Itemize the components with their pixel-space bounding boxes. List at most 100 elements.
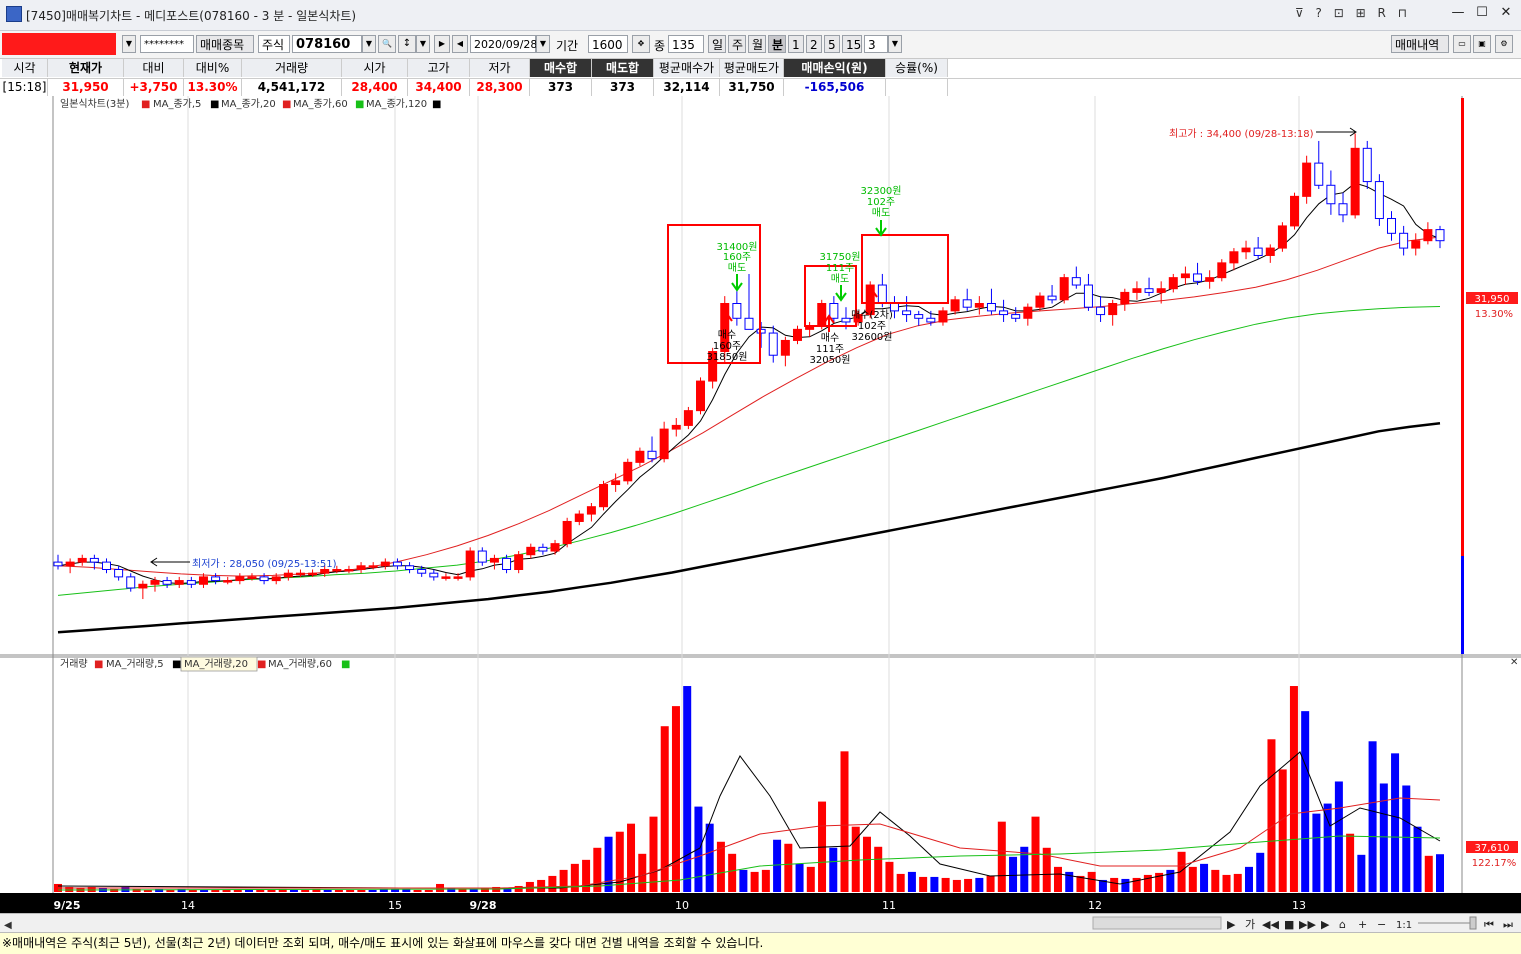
volume-bar[interactable] <box>829 847 838 892</box>
volume-bar[interactable] <box>1278 769 1287 892</box>
volume-bar[interactable] <box>1424 855 1433 892</box>
volume-bar[interactable] <box>256 889 265 892</box>
trade-items-button[interactable]: 매매종목 <box>196 35 254 53</box>
period-input[interactable]: 1600 <box>588 35 628 53</box>
volume-bar[interactable] <box>537 879 546 892</box>
sort-dropdown-arrow[interactable]: ▼ <box>416 35 430 53</box>
candle[interactable] <box>514 551 524 574</box>
volume-bar[interactable] <box>166 889 175 892</box>
volume-bar[interactable] <box>1188 866 1197 892</box>
date-dropdown-arrow[interactable]: ▼ <box>536 35 550 53</box>
volume-bar[interactable] <box>346 889 355 892</box>
volume-bar[interactable] <box>1211 869 1220 892</box>
candle[interactable] <box>1302 155 1312 204</box>
volume-bar[interactable] <box>840 751 849 892</box>
volume-bar[interactable] <box>1413 826 1422 892</box>
volume-bar[interactable] <box>930 876 939 892</box>
candle[interactable] <box>1362 140 1372 189</box>
interval-btn-15[interactable]: 15 <box>842 35 862 53</box>
volume-bar[interactable] <box>975 877 984 892</box>
volume-bar[interactable] <box>1222 874 1231 892</box>
stock-code-input[interactable]: 078160 <box>292 35 362 53</box>
volume-bar[interactable] <box>784 843 793 892</box>
volume-bar[interactable] <box>907 871 916 892</box>
interval-dropdown-arrow[interactable]: ▼ <box>888 35 902 53</box>
date-input[interactable]: 2020/09/28 <box>470 35 537 53</box>
volume-bar[interactable] <box>233 889 242 892</box>
stock-code-dropdown-arrow[interactable]: ▼ <box>362 35 376 53</box>
period-btn-week[interactable]: 주 <box>728 35 746 53</box>
volume-bar[interactable] <box>986 875 995 892</box>
volume-bar[interactable] <box>773 839 782 892</box>
volume-bar[interactable] <box>1346 833 1355 892</box>
close-button[interactable]: ✕ <box>1495 4 1517 22</box>
volume-bar[interactable] <box>368 889 377 892</box>
minimize-button[interactable]: — <box>1447 4 1469 22</box>
volume-bar[interactable] <box>1020 846 1029 892</box>
period-btn-minute[interactable]: 분 <box>768 35 786 53</box>
volume-bar[interactable] <box>806 866 815 892</box>
chart-svg[interactable]: 일본식차트(3분) ■ MA_종가,5 ■ MA_종가,20 ■ MA_종가,6… <box>0 96 1521 914</box>
volume-bar[interactable] <box>222 889 231 892</box>
volume-bar[interactable] <box>200 889 209 892</box>
open-folder-icon[interactable]: ▭ <box>1453 35 1471 53</box>
volume-bar[interactable] <box>1357 854 1366 892</box>
volume-bar[interactable] <box>1267 739 1276 892</box>
volume-bar[interactable] <box>750 871 759 892</box>
volume-bar[interactable] <box>795 863 804 892</box>
volume-bar[interactable] <box>896 873 905 892</box>
volume-bar[interactable] <box>1256 852 1265 892</box>
volume-bar[interactable] <box>739 869 748 892</box>
volume-bar[interactable] <box>952 879 961 892</box>
market-select[interactable]: 주식 <box>258 35 290 53</box>
crosshair-icon[interactable]: ✥ <box>632 35 650 53</box>
settings-icon[interactable]: ⚙ <box>1495 35 1513 53</box>
volume-bar[interactable] <box>649 816 658 892</box>
volume-bar[interactable] <box>1301 711 1310 892</box>
volume-bar[interactable] <box>188 889 197 892</box>
volume-bar[interactable] <box>941 877 950 892</box>
volume-bar[interactable] <box>1087 871 1096 892</box>
candle[interactable] <box>1374 174 1384 226</box>
password-field[interactable]: ******** <box>140 35 194 53</box>
volume-bar[interactable] <box>1121 878 1130 892</box>
trade-history-button[interactable]: 매매내역 <box>1391 35 1449 53</box>
interval-btn-2[interactable]: 2 <box>806 35 822 53</box>
volume-bar[interactable] <box>997 821 1006 892</box>
volume-bar[interactable] <box>570 863 579 892</box>
save-icon[interactable]: ▣ <box>1473 35 1491 53</box>
volume-bar[interactable] <box>1244 866 1253 892</box>
volume-bar[interactable] <box>885 861 894 892</box>
volume-bar[interactable] <box>1323 803 1332 892</box>
volume-bar[interactable] <box>424 889 433 892</box>
candle[interactable] <box>1217 259 1227 282</box>
volume-bar[interactable] <box>761 869 770 892</box>
candle[interactable] <box>599 480 609 511</box>
title-tool-icons[interactable]: ⊽ ? ⊡ ⊞ R ⊓ <box>1295 6 1411 20</box>
interval-btn-5[interactable]: 5 <box>824 35 840 53</box>
count-input[interactable]: 135 <box>668 35 704 53</box>
volume-close-icon[interactable]: ✕ <box>1510 657 1518 668</box>
next-arrow-icon[interactable]: ▶ <box>434 35 450 53</box>
volume-bar[interactable] <box>593 847 602 892</box>
volume-bar[interactable] <box>267 889 276 892</box>
prev-arrow-icon[interactable]: ◀ <box>452 35 468 53</box>
volume-bar[interactable] <box>919 876 928 892</box>
volume-bar[interactable] <box>559 869 568 892</box>
candle[interactable] <box>1290 192 1300 230</box>
period-btn-month[interactable]: 월 <box>748 35 766 53</box>
volume-bar[interactable] <box>1200 863 1209 892</box>
account-dropdown-arrow[interactable]: ▼ <box>122 35 136 53</box>
volume-bar[interactable] <box>1233 873 1242 892</box>
volume-bar[interactable] <box>289 889 298 892</box>
candle[interactable] <box>683 406 693 430</box>
volume-bar[interactable] <box>211 889 220 892</box>
volume-bar[interactable] <box>638 853 647 892</box>
volume-bar[interactable] <box>334 889 343 892</box>
volume-bar[interactable] <box>1009 856 1018 892</box>
volume-bar[interactable] <box>964 878 973 892</box>
volume-bar[interactable] <box>728 853 737 892</box>
volume-bar[interactable] <box>615 831 624 892</box>
price-legend[interactable]: 일본식차트(3분) ■ MA_종가,5 ■ MA_종가,20 ■ MA_종가,6… <box>60 98 441 110</box>
volume-bar[interactable] <box>874 846 883 892</box>
